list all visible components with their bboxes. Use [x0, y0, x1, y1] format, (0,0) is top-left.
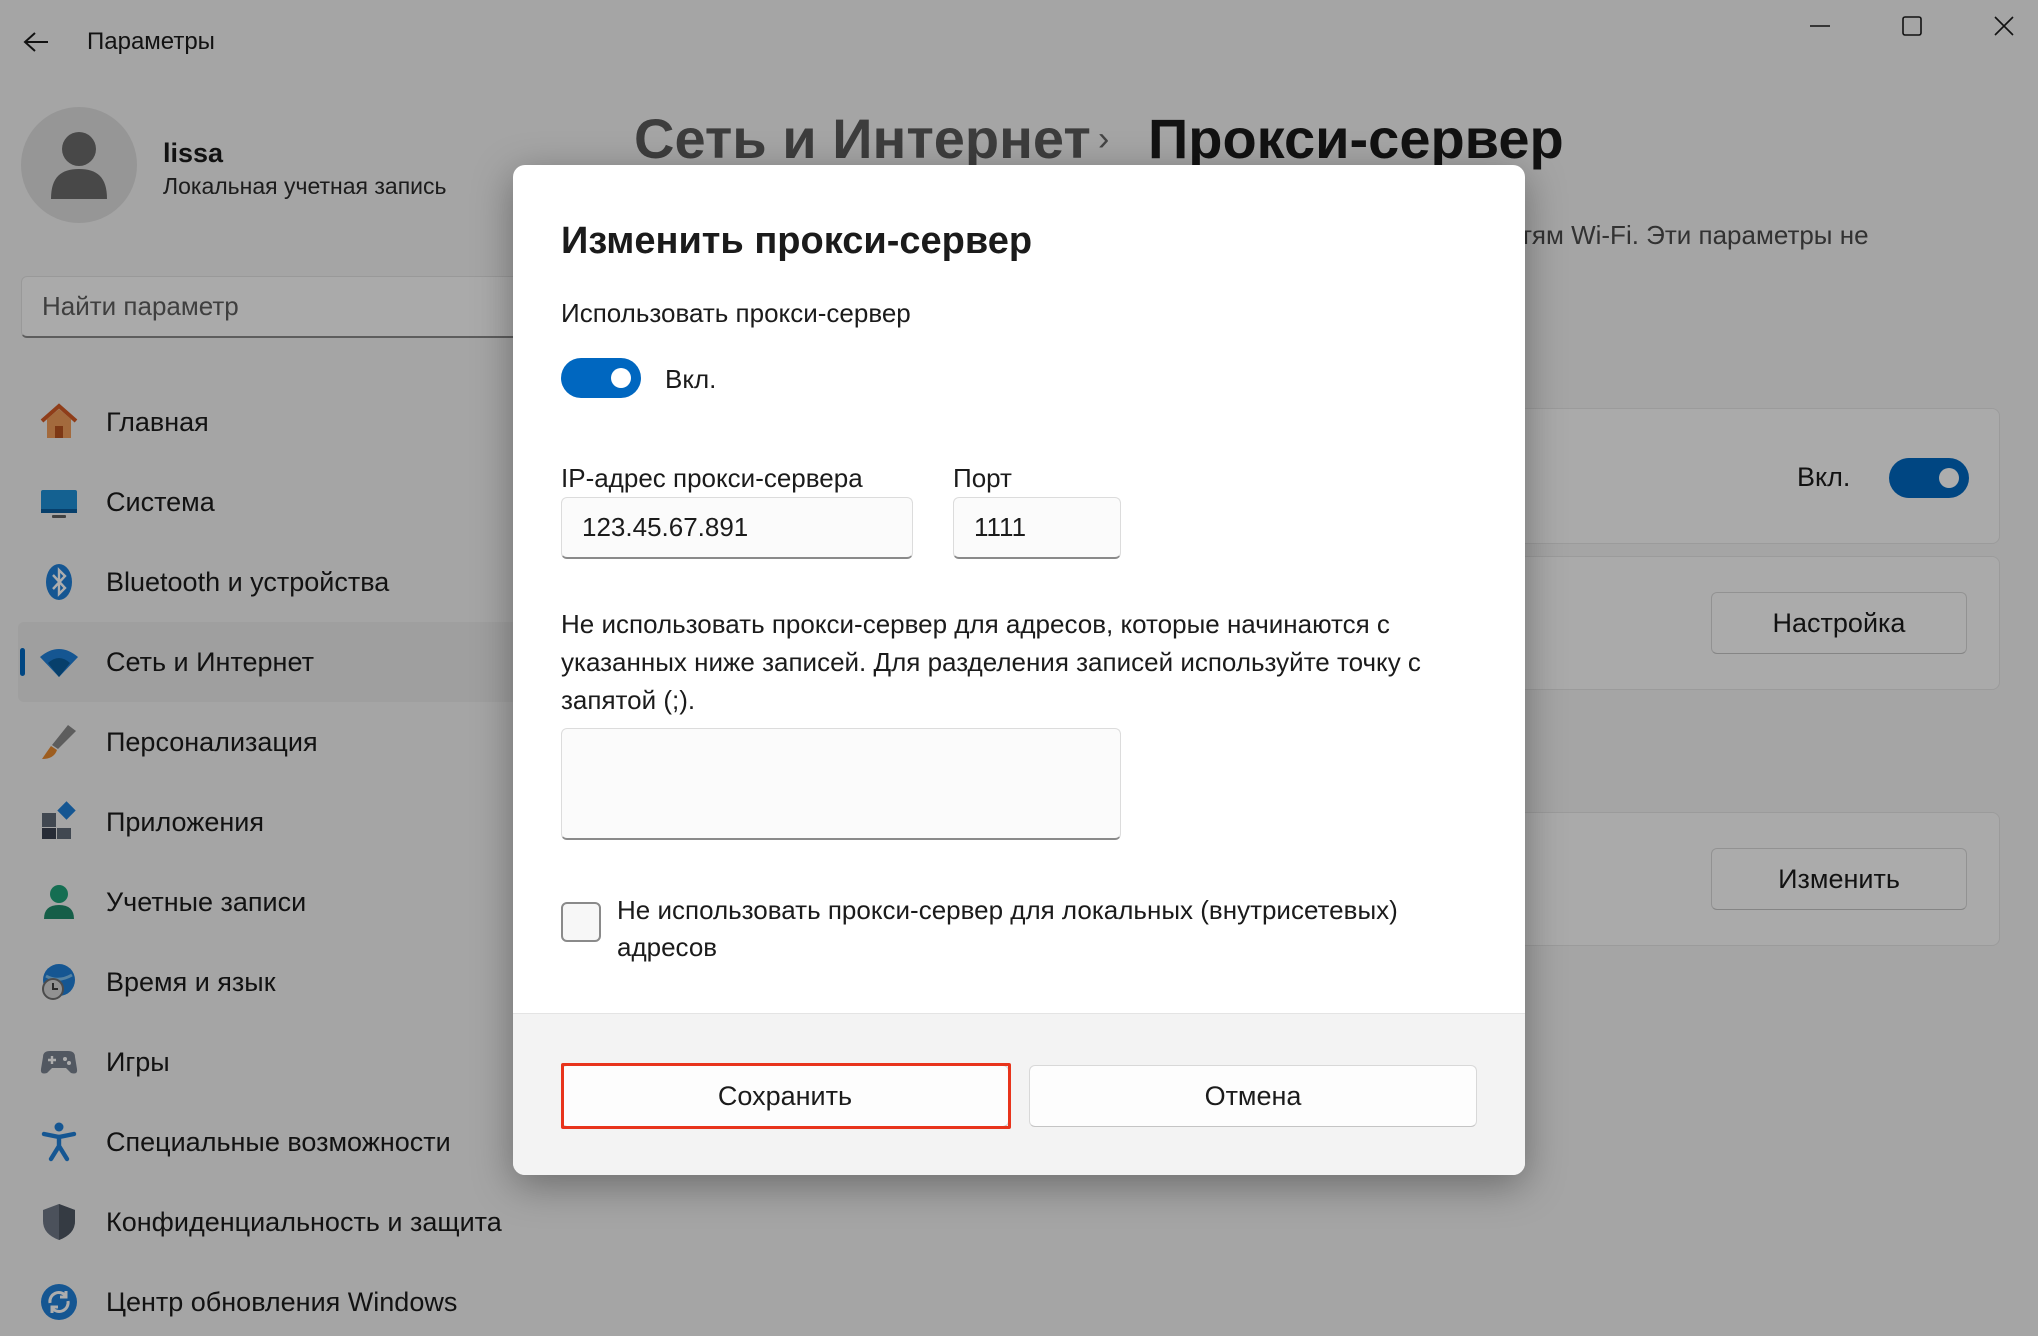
local-bypass-label[interactable]: Не использовать прокси-сервер для локаль… — [617, 892, 1477, 966]
save-button[interactable]: Сохранить — [561, 1065, 1009, 1127]
port-label: Порт — [953, 463, 1012, 493]
exclude-description: Не использовать прокси-сервер для адресо… — [561, 609, 1421, 715]
local-bypass-checkbox[interactable] — [561, 902, 601, 942]
port-input[interactable]: 1111 — [953, 497, 1121, 559]
ip-address-value: 123.45.67.891 — [582, 512, 749, 542]
use-proxy-state: Вкл. — [665, 364, 717, 394]
cancel-button[interactable]: Отмена — [1029, 1065, 1477, 1127]
ip-address-input[interactable]: 123.45.67.891 — [561, 497, 913, 559]
dialog-title: Изменить прокси-сервер — [561, 220, 1033, 262]
use-proxy-toggle[interactable] — [561, 358, 641, 398]
exclude-addresses-input[interactable] — [561, 728, 1121, 840]
toggle-knob — [611, 368, 631, 388]
port-value: 1111 — [974, 512, 1027, 542]
use-proxy-label: Использовать прокси-сервер — [561, 298, 911, 328]
ip-address-label: IP-адрес прокси-сервера — [561, 463, 863, 493]
edit-proxy-dialog: Изменить прокси-сервер Использовать прок… — [513, 165, 1525, 1175]
